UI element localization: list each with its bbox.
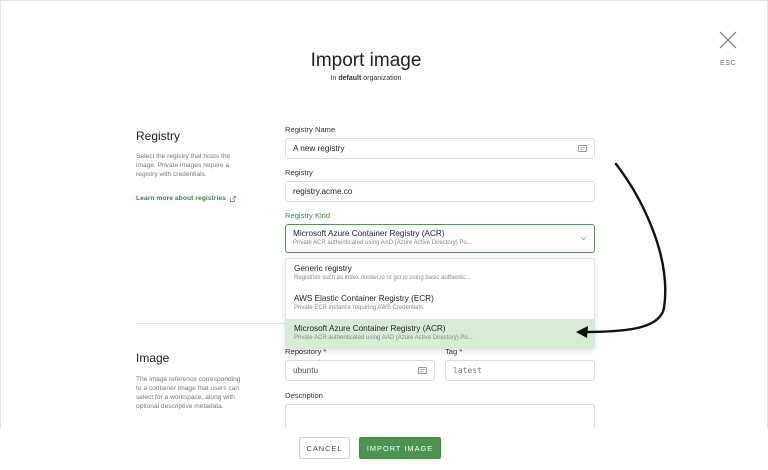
repository-input[interactable]: ubuntu: [285, 360, 435, 381]
dropdown-option-ecr[interactable]: AWS Elastic Container Registry (ECR) Pri…: [286, 289, 594, 319]
page-title: Import image: [310, 50, 422, 71]
registry-kind-select[interactable]: Microsoft Azure Container Registry (ACR)…: [285, 224, 595, 253]
option-subtitle: Registries such as index.docker.io or gc…: [294, 275, 471, 281]
dropdown-option-acr[interactable]: Microsoft Azure Container Registry (ACR)…: [286, 319, 594, 348]
registry-value: registry.acme.co: [293, 187, 353, 196]
id-card-icon: [578, 145, 587, 152]
learn-more-registries-link[interactable]: Learn more about registries: [136, 195, 236, 202]
subtitle-prefix: In: [330, 75, 337, 82]
section-divider: [136, 323, 286, 324]
registry-name-input[interactable]: A new registry: [285, 138, 595, 159]
registry-name-label: Registry Name: [285, 125, 336, 134]
page-subtitle: In default organization: [0, 75, 732, 82]
annotation-arrow: [576, 162, 667, 338]
registry-kind-label: Registry Kind: [285, 211, 331, 220]
registry-kind-selected-sub: Private ACR authenticated using AAD (Azu…: [293, 240, 472, 246]
option-title: Microsoft Azure Container Registry (ACR): [294, 324, 446, 333]
organization-name: default: [338, 75, 362, 82]
option-subtitle: Private ECR instance requiring AWS Crede…: [294, 305, 425, 311]
registry-name-value: A new registry: [293, 144, 345, 153]
registry-kind-dropdown: Generic registry Registries such as inde…: [285, 258, 595, 349]
close-icon[interactable]: [718, 30, 738, 50]
subtitle-suffix: organization: [363, 75, 402, 82]
dropdown-option-generic[interactable]: Generic registry Registries such as inde…: [286, 259, 594, 289]
description-textarea[interactable]: [285, 404, 595, 428]
option-subtitle: Private ACR authenticated using AAD (Azu…: [294, 335, 473, 341]
learn-more-label: Learn more about registries: [136, 195, 226, 202]
registry-input[interactable]: registry.acme.co: [285, 181, 595, 202]
registry-section-title: Registry: [136, 129, 181, 143]
external-link-icon: [230, 195, 236, 202]
import-image-button[interactable]: IMPORT IMAGE: [359, 437, 441, 459]
option-title: AWS Elastic Container Registry (ECR): [294, 294, 434, 303]
registry-kind-selected: Microsoft Azure Container Registry (ACR): [293, 229, 445, 238]
option-title: Generic registry: [294, 264, 352, 273]
repository-value: ubuntu: [293, 366, 319, 375]
tag-placeholder: latest: [453, 366, 482, 375]
cancel-button[interactable]: CANCEL: [299, 437, 350, 459]
registry-section-description: Select the registry that hosts the image…: [136, 153, 231, 178]
tag-input[interactable]: latest: [445, 360, 595, 381]
image-section-title: Image: [136, 351, 170, 365]
id-card-icon: [418, 367, 427, 374]
image-section-description: The image reference corresponding to a c…: [136, 376, 241, 410]
registry-label: Registry: [285, 168, 313, 177]
description-label: Description: [285, 391, 323, 400]
